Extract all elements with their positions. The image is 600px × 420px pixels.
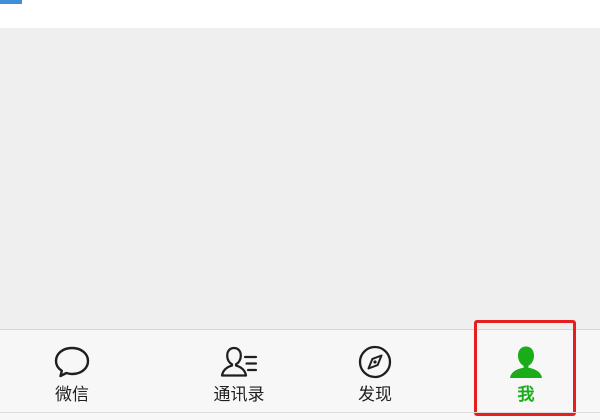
bottom-tab-bar: 微信 通讯录 发现 我 xyxy=(0,329,600,420)
top-accent-mark xyxy=(0,0,22,4)
tab-me[interactable]: 我 xyxy=(476,330,576,413)
contacts-icon xyxy=(220,346,258,377)
person-icon xyxy=(510,346,542,378)
top-bar xyxy=(0,0,600,28)
chat-bubble-icon xyxy=(54,346,90,378)
tab-contacts-label: 通讯录 xyxy=(213,385,265,405)
compass-icon xyxy=(358,345,392,379)
bottom-divider xyxy=(0,412,600,413)
tab-contacts[interactable]: 通讯录 xyxy=(174,330,304,413)
content-area xyxy=(0,28,600,329)
tab-discover[interactable]: 发现 xyxy=(325,330,425,413)
tab-me-label: 我 xyxy=(517,385,535,405)
tab-discover-label: 发现 xyxy=(358,385,392,405)
tab-weixin[interactable]: 微信 xyxy=(22,330,122,413)
tab-weixin-label: 微信 xyxy=(55,385,89,405)
wechat-screen: 微信 通讯录 发现 我 xyxy=(0,0,600,420)
